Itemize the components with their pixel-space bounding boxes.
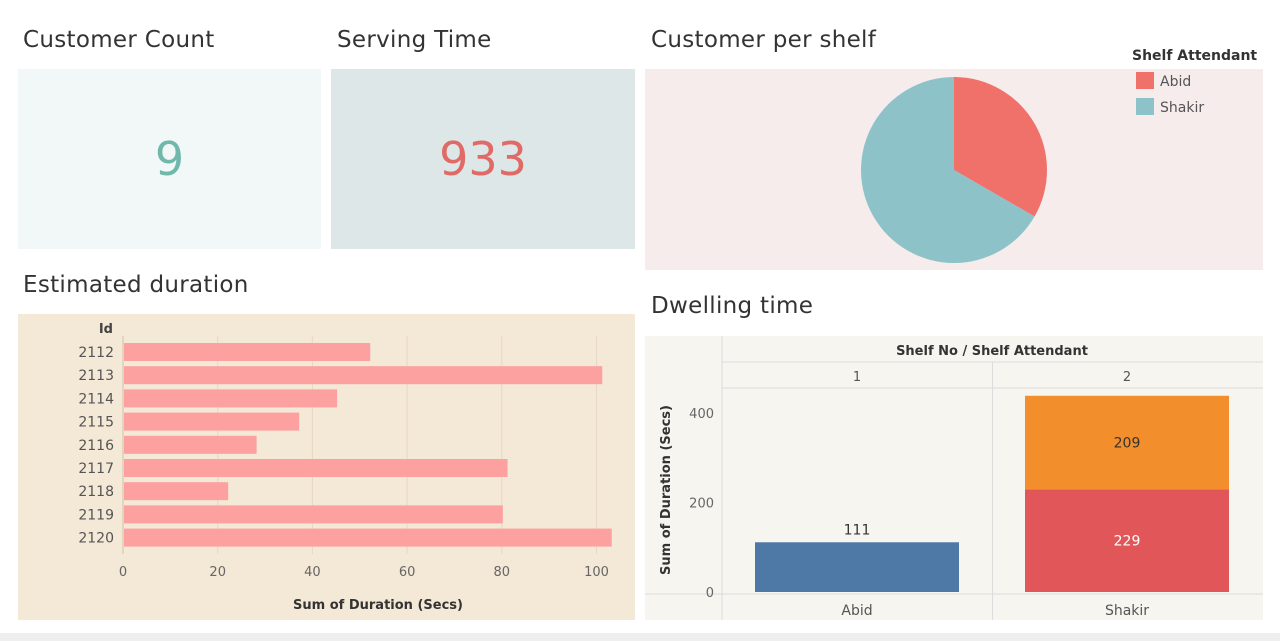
y-tick-label: 2116 [78, 438, 114, 454]
serving-time-title: Serving Time [337, 27, 492, 53]
bar-2118[interactable] [124, 482, 229, 501]
x-tick-label: 40 [304, 565, 321, 580]
bar-chart-title: Estimated duration [23, 272, 249, 298]
bar-segment-abid[interactable] [755, 542, 959, 592]
data-label: 209 [1114, 436, 1141, 452]
stacked-bar-chart[interactable]: Shelf No / Shelf Attendant 1 2 Abid Shakir 0 2… [645, 336, 1263, 620]
serving-time-card[interactable]: 933 [331, 69, 635, 249]
legend-swatch-shakir [1136, 98, 1154, 115]
bar-2114[interactable] [124, 389, 338, 408]
bar-2115[interactable] [124, 412, 300, 431]
y-axis-label: Sum of Duration (Secs) [659, 405, 674, 575]
group-label: 2 [1123, 370, 1131, 385]
bottom-strip [0, 633, 1280, 641]
stacked-chart-title: Dwelling time [651, 293, 814, 319]
y-axis-header: Id [99, 322, 113, 337]
serving-time-value: 933 [439, 132, 527, 186]
bar-2112[interactable] [124, 343, 371, 361]
y-tick-label: 2115 [78, 415, 114, 431]
y-tick-label: 2114 [78, 391, 114, 407]
x-tick-label: 100 [584, 565, 609, 580]
legend-swatch-abid [1136, 72, 1154, 89]
x-tick-label: Shakir [1105, 603, 1149, 619]
customer-count-card[interactable]: 9 [18, 69, 321, 249]
bar-2120[interactable] [124, 528, 612, 547]
data-label: 229 [1114, 534, 1141, 550]
pie-chart[interactable]: Shelf Attendant Abid Shakir [645, 40, 1263, 270]
x-tick-label: 60 [399, 565, 416, 580]
bar-2113[interactable] [124, 366, 603, 385]
column-header: Shelf No / Shelf Attendant [896, 344, 1088, 359]
dashboard: Customer Count 9 Serving Time 933 Custom… [0, 0, 1280, 641]
group-label: 1 [853, 370, 861, 385]
y-tick-label: 2119 [78, 507, 114, 523]
bar-2119[interactable] [124, 505, 503, 524]
x-axis-label: Sum of Duration (Secs) [293, 598, 463, 613]
y-tick-label: 2112 [78, 345, 114, 361]
legend-label-abid: Abid [1160, 74, 1191, 90]
x-tick-label: 20 [209, 565, 226, 580]
y-tick-label: 200 [689, 496, 714, 511]
bar-2116[interactable] [124, 435, 257, 454]
customer-count-title: Customer Count [23, 27, 215, 53]
x-tick-label: Abid [841, 603, 872, 619]
y-tick-label: 2120 [78, 531, 114, 547]
bar-2117[interactable] [124, 459, 508, 477]
y-tick-label: 2118 [78, 484, 114, 500]
bar-chart[interactable]: 0 20 40 60 80 100 Id 2112 2113 2114 2115 2116 2117 21… [18, 314, 635, 620]
y-tick-label: 2113 [78, 368, 114, 384]
legend-title: Shelf Attendant [1132, 48, 1257, 64]
y-tick-label: 0 [706, 586, 714, 601]
y-tick-label: 400 [689, 407, 714, 422]
x-tick-label: 0 [119, 565, 127, 580]
data-label: 111 [844, 522, 871, 538]
y-tick-label: 2117 [78, 461, 114, 477]
x-tick-label: 80 [494, 565, 511, 580]
customer-count-value: 9 [154, 132, 185, 186]
legend-label-shakir: Shakir [1160, 100, 1204, 116]
